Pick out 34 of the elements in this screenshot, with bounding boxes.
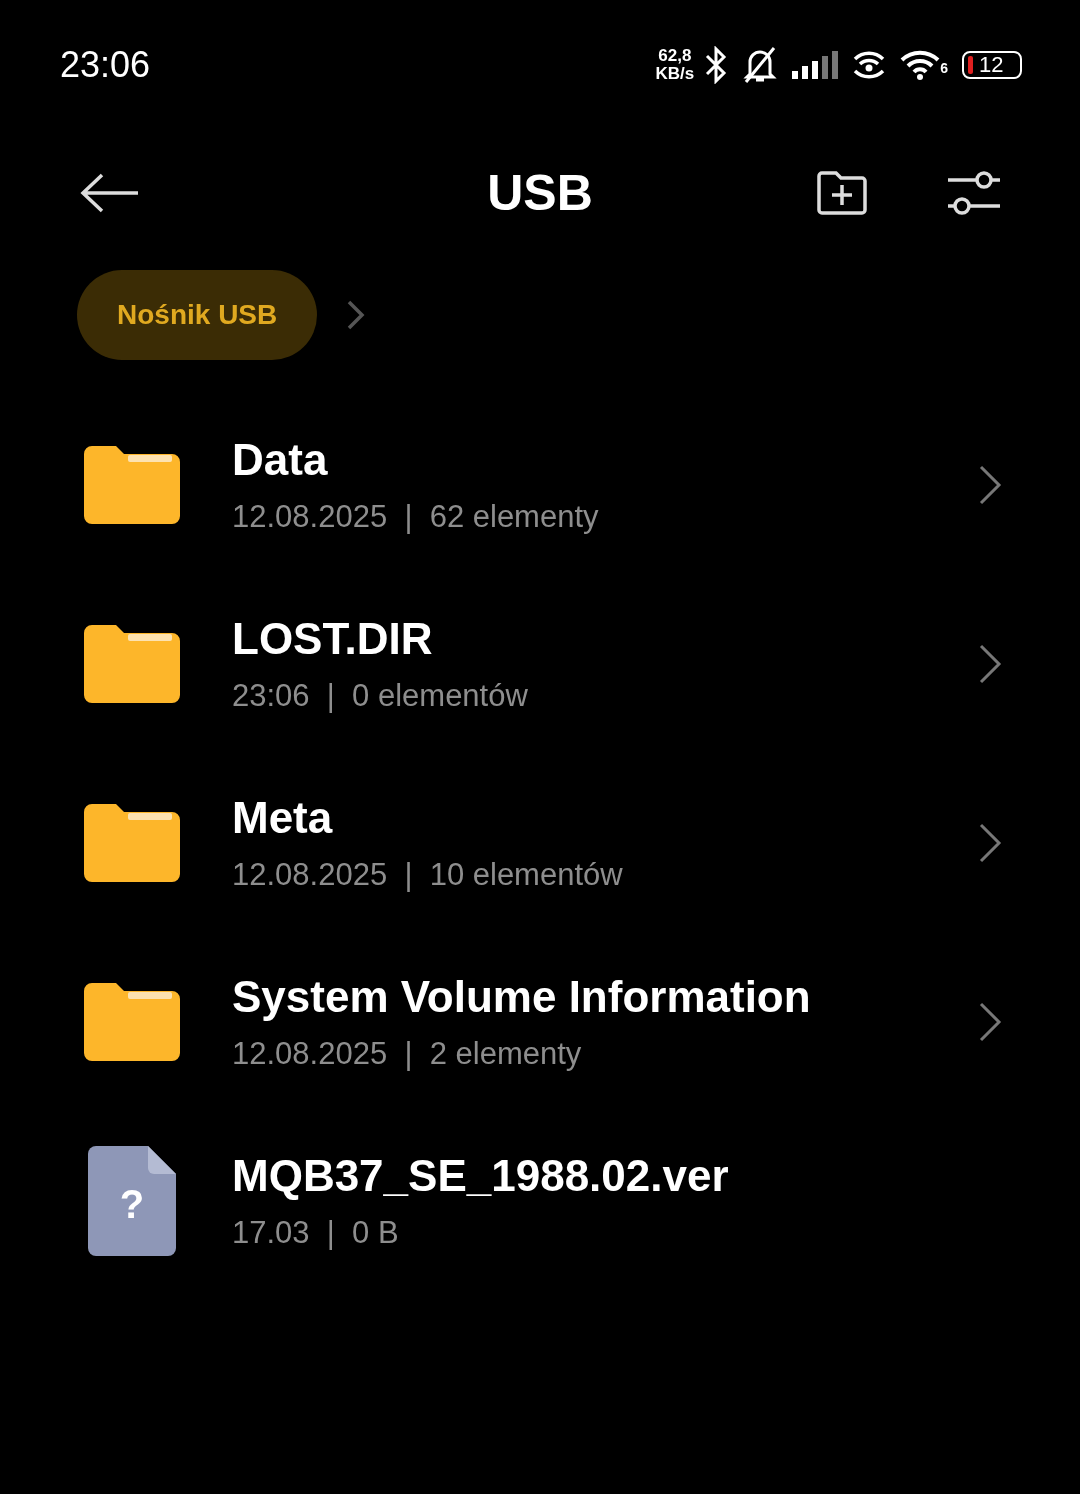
item-name: Data [232, 434, 329, 485]
item-details: 12.08.2025 | 62 elementy [232, 498, 600, 535]
item-details: 12.08.2025 | 2 elementy [232, 1035, 583, 1072]
item-name: Meta [232, 792, 334, 843]
folder-icon [84, 803, 180, 882]
signal-icon [792, 51, 839, 79]
chevron-right-icon [978, 822, 1002, 863]
breadcrumb-chip[interactable]: Nośnik USB [77, 270, 318, 360]
chevron-right-icon [978, 464, 1002, 505]
folder-icon [84, 982, 180, 1061]
status-time: 23:06 [60, 44, 152, 86]
hotspot-icon [852, 49, 887, 81]
new-folder-button[interactable] [816, 169, 868, 216]
page-title: USB [486, 163, 594, 222]
network-speed: 62,8 [658, 47, 692, 65]
muted-bell-icon [742, 46, 779, 84]
item-details: 23:06 | 0 elementów [232, 677, 529, 714]
wifi-icon [900, 49, 941, 81]
chevron-right-icon [347, 300, 366, 330]
item-name: System Volume Information [232, 971, 812, 1022]
unknown-file-icon: ? [88, 1145, 176, 1256]
item-details: 17.03 | 0 B [232, 1214, 400, 1251]
item-details: 12.08.2025 | 10 elementów [232, 856, 624, 893]
battery-icon: 12 [962, 51, 1022, 79]
chevron-right-icon [978, 1001, 1002, 1042]
network-speed-unit: KB/s [655, 65, 695, 83]
chevron-right-icon [978, 643, 1002, 684]
wifi-standard-label: 6 [940, 60, 948, 76]
folder-icon [84, 445, 180, 524]
item-name: MQB37_SE_1988.02.ver [232, 1150, 730, 1201]
back-button[interactable] [80, 171, 140, 214]
folder-icon [84, 624, 180, 703]
bluetooth-icon [704, 46, 729, 84]
item-name: LOST.DIR [232, 613, 434, 664]
